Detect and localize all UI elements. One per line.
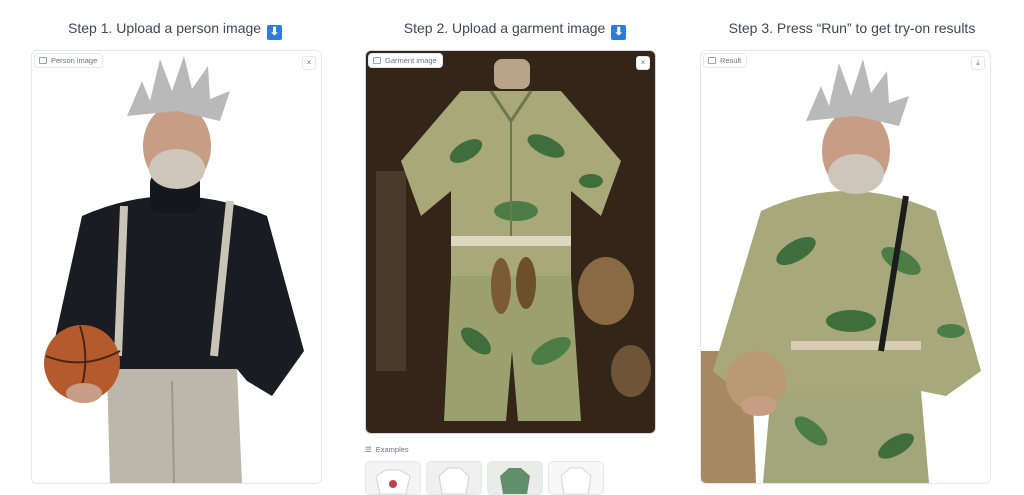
image-icon <box>373 57 381 64</box>
list-icon: ☰ <box>365 445 372 454</box>
garment-column: Step 2. Upload a garment image ⬇ Garment… <box>350 0 680 495</box>
close-icon[interactable]: × <box>302 56 316 70</box>
image-icon <box>708 57 716 64</box>
person-image <box>44 56 304 483</box>
example-thumb-3[interactable] <box>487 461 543 495</box>
close-icon[interactable]: × <box>636 56 650 70</box>
result-panel: Result ⤓ <box>700 50 991 484</box>
person-column: Step 1. Upload a person image ⬇ Person i… <box>0 0 350 491</box>
step3-title: Step 3. Press “Run” to get try-on result… <box>728 20 976 36</box>
example-thumb-2[interactable] <box>426 461 482 495</box>
garment-image <box>366 51 655 433</box>
person-image-upload[interactable]: Person image × <box>31 50 322 484</box>
person-image-tag: Person image <box>34 53 104 68</box>
examples-label: ☰ Examples <box>365 445 409 454</box>
result-tag: Result <box>703 53 748 68</box>
image-icon <box>39 57 47 64</box>
step2-title: Step 2. Upload a garment image ⬇ <box>350 20 680 40</box>
example-thumb-1[interactable] <box>365 461 421 495</box>
step1-title: Step 1. Upload a person image ⬇ <box>0 20 350 40</box>
arrow-down-icon: ⬇ <box>611 25 627 40</box>
garment-image-upload[interactable]: Garment image × <box>365 50 656 434</box>
arrow-down-icon: ⬇ <box>266 25 282 40</box>
download-icon[interactable]: ⤓ <box>971 56 985 70</box>
garment-image-tag: Garment image <box>368 53 443 68</box>
example-thumb-4[interactable] <box>548 461 604 495</box>
result-column: Step 3. Press “Run” to get try-on result… <box>680 0 1024 491</box>
result-image <box>701 59 981 483</box>
